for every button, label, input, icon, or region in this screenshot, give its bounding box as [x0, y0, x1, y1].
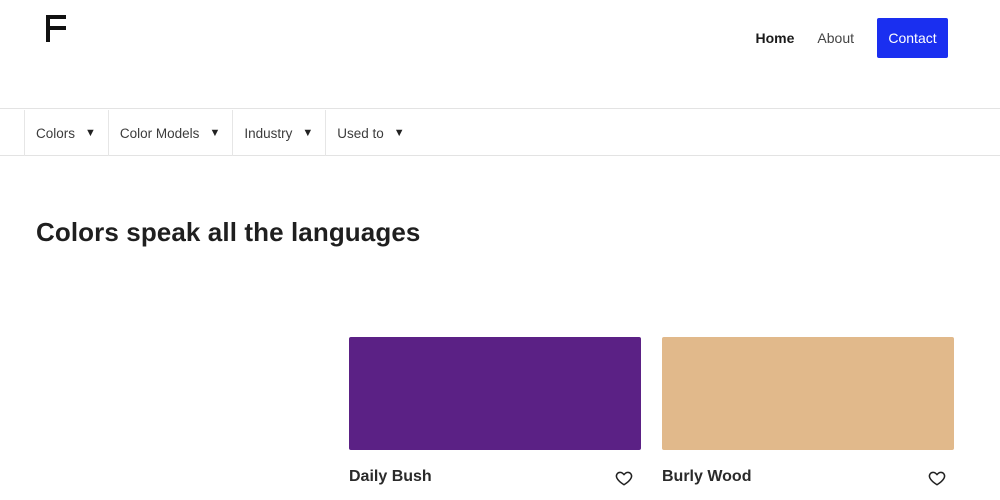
caret-down-icon: ▼	[302, 127, 314, 139]
color-swatch[interactable]	[349, 337, 641, 450]
contact-button[interactable]: Contact	[877, 18, 948, 58]
logo-icon[interactable]	[46, 15, 68, 43]
filter-label: Industry	[244, 125, 293, 141]
site-header: Home About Contact	[0, 0, 1000, 109]
caret-down-icon: ▼	[209, 127, 221, 139]
color-swatch[interactable]	[662, 337, 954, 450]
caret-down-icon: ▼	[393, 127, 405, 139]
nav-about-link[interactable]: About	[817, 30, 854, 46]
filter-colors-dropdown[interactable]: Colors ▼	[24, 110, 108, 156]
main-nav: Home About Contact	[756, 18, 948, 58]
page-headline: Colors speak all the languages	[36, 217, 421, 247]
filter-used-to-dropdown[interactable]: Used to ▼	[325, 110, 416, 156]
color-name: Daily Bush	[349, 468, 432, 485]
filter-label: Colors	[36, 125, 76, 141]
card-footer: Burly Wood	[662, 468, 954, 490]
nav-home-link[interactable]: Home	[756, 30, 795, 46]
caret-down-icon: ▼	[85, 127, 96, 139]
color-card[interactable]: Daily Bush	[349, 337, 641, 490]
heart-outline-icon[interactable]	[928, 469, 946, 487]
filter-label: Used to	[337, 125, 384, 141]
color-card[interactable]: Burly Wood	[662, 337, 954, 490]
filter-industry-dropdown[interactable]: Industry ▼	[232, 110, 325, 156]
filter-label: Color Models	[119, 125, 200, 141]
card-footer: Daily Bush	[349, 468, 641, 490]
heart-outline-icon[interactable]	[615, 469, 633, 487]
filter-color-models-dropdown[interactable]: Color Models ▼	[107, 110, 232, 156]
color-name: Burly Wood	[662, 468, 752, 485]
filter-bar: Colors ▼ Color Models ▼ Industry ▼ Used …	[0, 110, 1000, 156]
